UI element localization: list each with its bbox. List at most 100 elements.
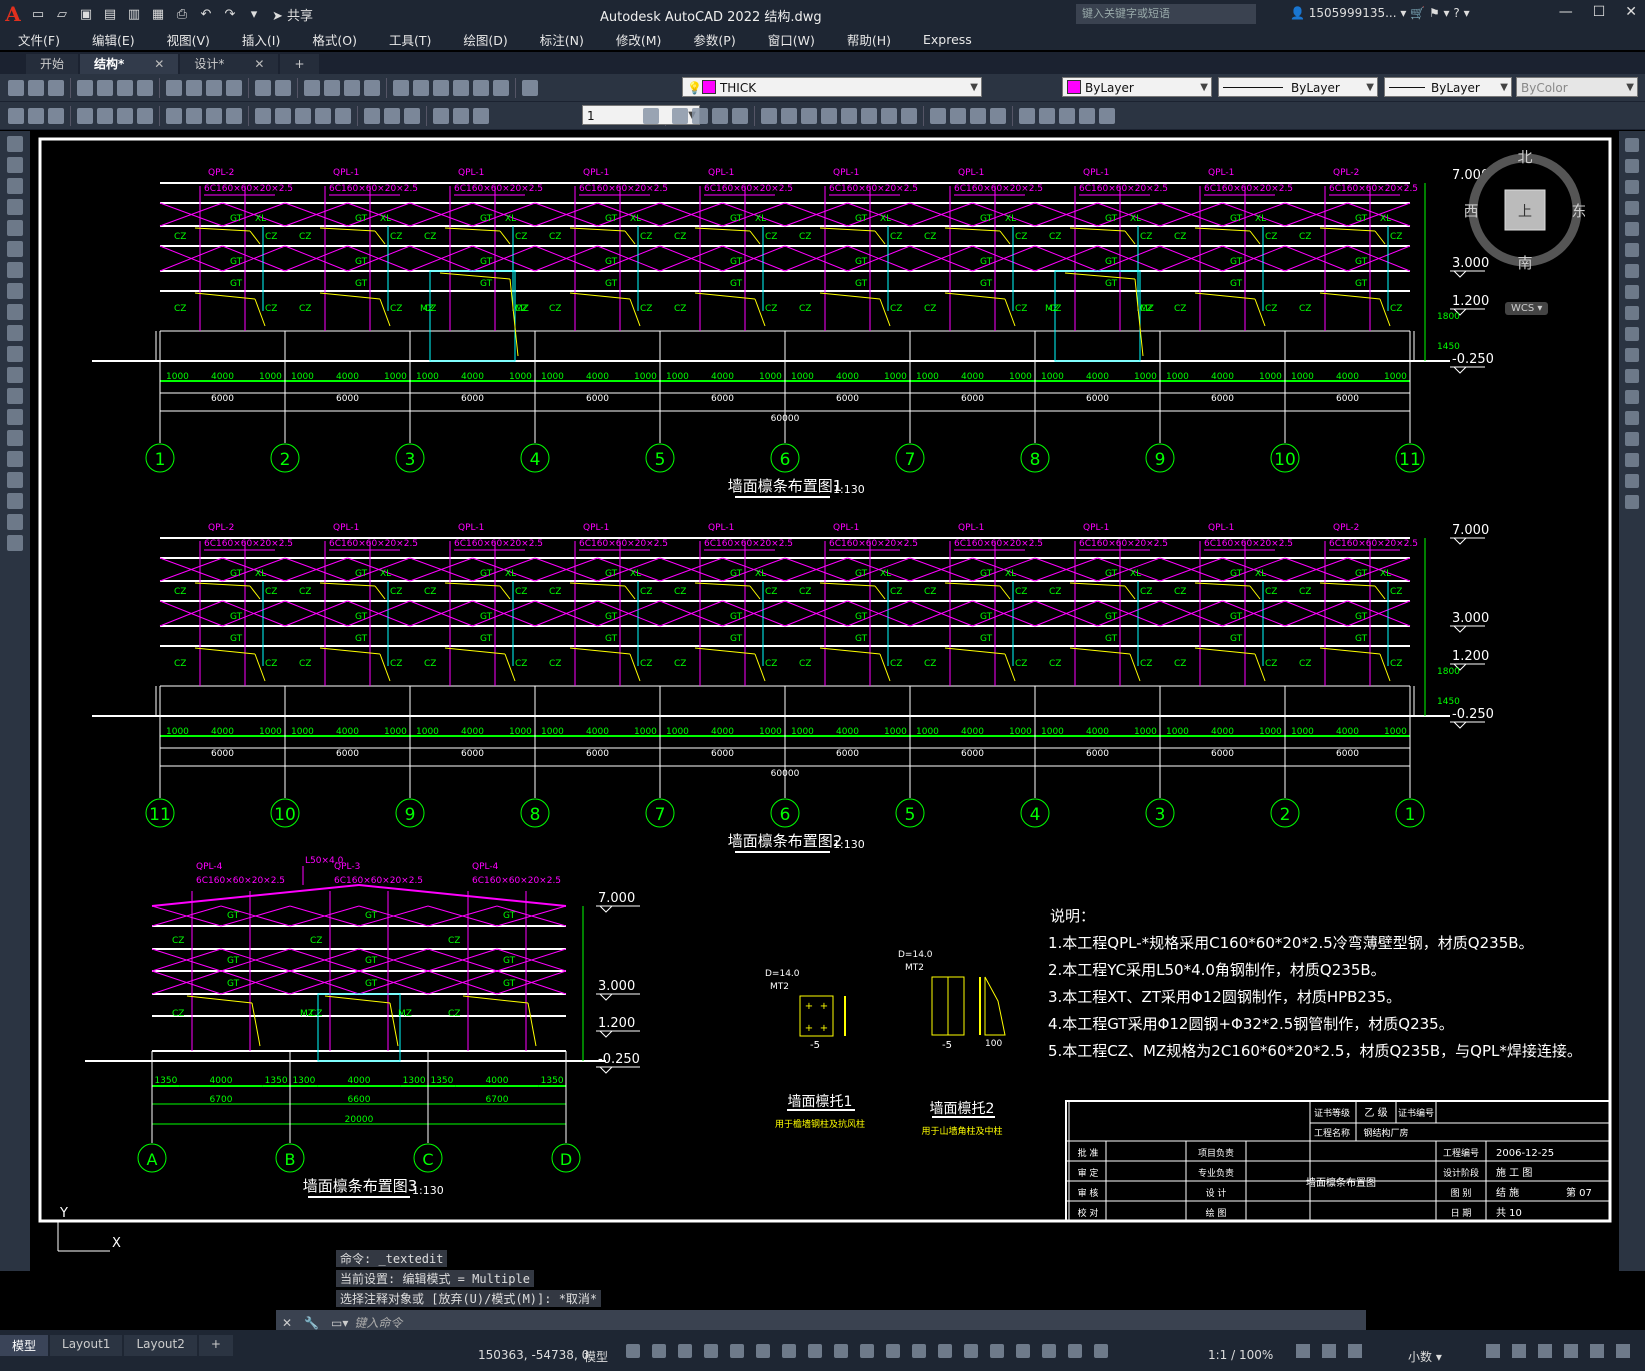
subtract-icon[interactable] xyxy=(881,107,897,124)
ellipse-icon[interactable] xyxy=(7,325,23,341)
menu-dimension[interactable]: 标注(N) xyxy=(540,30,584,49)
plotstyle-dropdown[interactable]: ByColor ▼ xyxy=(1516,77,1638,97)
lock-ui-icon[interactable] xyxy=(1512,1344,1526,1358)
quick-properties-icon[interactable] xyxy=(1486,1344,1500,1358)
color-dropdown[interactable]: ByLayer ▼ xyxy=(1062,77,1212,97)
graphics-performance-icon[interactable] xyxy=(1564,1344,1578,1358)
model-space-toggle[interactable]: 模型 xyxy=(584,1348,608,1365)
clean-screen-icon[interactable] xyxy=(1590,1344,1604,1358)
command-input[interactable]: 键入命令 xyxy=(354,1314,402,1331)
annotation-visibility-icon[interactable] xyxy=(1042,1344,1056,1358)
design-center-icon[interactable] xyxy=(413,79,429,96)
plot-icon[interactable]: ⎙ xyxy=(172,5,192,23)
open-icon[interactable] xyxy=(28,79,44,96)
lineweight-icon[interactable] xyxy=(860,1344,874,1358)
lineweight-dropdown[interactable]: ByLayer ▼ xyxy=(1384,77,1512,97)
search-input[interactable]: 键入关键字或短语 xyxy=(1076,4,1256,24)
stretch-icon[interactable] xyxy=(1625,306,1639,320)
make-block-icon[interactable] xyxy=(7,388,23,404)
paste-icon[interactable] xyxy=(206,79,222,96)
mtext-icon[interactable] xyxy=(7,514,23,530)
redo-icon[interactable]: ↷ xyxy=(220,5,240,23)
undo-icon[interactable] xyxy=(255,79,271,96)
selection-cycling-icon[interactable] xyxy=(912,1344,926,1358)
inspection-icon[interactable] xyxy=(404,107,420,124)
view-top-icon[interactable] xyxy=(1039,107,1055,124)
hatch-icon[interactable] xyxy=(7,430,23,446)
close-tab-icon[interactable]: ✕ xyxy=(254,54,264,74)
workspace-icon[interactable] xyxy=(8,107,24,124)
recent-commands-icon[interactable]: ▭▾ xyxy=(331,1316,348,1330)
snap-icon[interactable] xyxy=(652,1344,666,1358)
coordinates-readout[interactable]: 150363, -54738, 0 xyxy=(478,1348,589,1362)
polar-icon[interactable] xyxy=(756,1344,770,1358)
radius-dim-icon[interactable] xyxy=(166,107,182,124)
zoom-window-icon[interactable] xyxy=(344,79,360,96)
box-icon[interactable] xyxy=(672,107,688,124)
save-web-icon[interactable]: ▦ xyxy=(148,5,168,23)
share-button[interactable]: ➤ 共享 xyxy=(272,5,313,24)
preview-icon[interactable] xyxy=(97,79,113,96)
menu-express[interactable]: Express xyxy=(923,32,972,47)
menu-insert[interactable]: 插入(I) xyxy=(242,30,280,49)
user-account[interactable]: 👤 1505999135... ▾ 🛒 ⚑ ▾ ? ▾ xyxy=(1290,6,1470,20)
linetype-dropdown[interactable]: ByLayer ▼ xyxy=(1218,77,1378,97)
visual-style-icon[interactable] xyxy=(930,107,946,124)
annotation-monitor-icon[interactable] xyxy=(1348,1344,1362,1358)
viewcube[interactable]: 上 北 南 东 西 xyxy=(1465,150,1585,270)
fillet-icon[interactable] xyxy=(1625,453,1639,467)
baseline-dim-icon[interactable] xyxy=(275,107,291,124)
dim-update-icon[interactable] xyxy=(473,107,489,124)
gradient-icon[interactable] xyxy=(7,451,23,467)
aligned-dim-icon[interactable] xyxy=(97,107,113,124)
isolate-objects-icon[interactable] xyxy=(1538,1344,1552,1358)
add-selected-icon[interactable] xyxy=(7,535,23,551)
move-icon[interactable] xyxy=(1625,243,1639,257)
osnap-icon[interactable] xyxy=(834,1344,848,1358)
center-mark-icon[interactable] xyxy=(384,107,400,124)
rotate-icon[interactable] xyxy=(1625,264,1639,278)
view-right-icon[interactable] xyxy=(1099,107,1115,124)
menu-window[interactable]: 窗口(W) xyxy=(768,30,815,49)
point-icon[interactable] xyxy=(7,409,23,425)
extend-icon[interactable] xyxy=(1625,348,1639,362)
lights-icon[interactable] xyxy=(990,107,1006,124)
join-icon[interactable] xyxy=(1625,411,1639,425)
materials-icon[interactable] xyxy=(970,107,986,124)
construction-line-icon[interactable] xyxy=(7,157,23,173)
plot-icon[interactable] xyxy=(77,79,93,96)
menu-edit[interactable]: 编辑(E) xyxy=(92,30,135,49)
union-icon[interactable] xyxy=(861,107,877,124)
selection-filter-icon[interactable] xyxy=(990,1344,1004,1358)
pan-icon[interactable] xyxy=(304,79,320,96)
rectangle-icon[interactable] xyxy=(7,220,23,236)
presspull-icon[interactable] xyxy=(841,107,857,124)
auto-scale-icon[interactable] xyxy=(1068,1344,1082,1358)
minimize-icon[interactable]: — xyxy=(1559,4,1573,20)
ordinate-dim-icon[interactable] xyxy=(137,107,153,124)
tab-structure[interactable]: 结构* ✕ xyxy=(80,54,179,74)
compass-north[interactable]: 北 xyxy=(1517,150,1532,166)
sweep-icon[interactable] xyxy=(801,107,817,124)
menu-tools[interactable]: 工具(T) xyxy=(389,30,431,49)
sphere-icon[interactable] xyxy=(732,107,748,124)
tab-model[interactable]: 模型 xyxy=(0,1335,49,1356)
workspace-switch-icon[interactable] xyxy=(1296,1344,1310,1358)
line-icon[interactable] xyxy=(7,136,23,152)
save-as-icon[interactable]: ▤ xyxy=(100,5,120,23)
compass-west[interactable]: 西 xyxy=(1465,202,1479,220)
menu-parametric[interactable]: 参数(P) xyxy=(693,30,735,49)
ellipse-arc-icon[interactable] xyxy=(7,346,23,362)
render-icon[interactable] xyxy=(950,107,966,124)
cylinder-icon[interactable] xyxy=(692,107,708,124)
cut-icon[interactable] xyxy=(166,79,182,96)
infer-icon[interactable] xyxy=(678,1344,692,1358)
isodraft-icon[interactable] xyxy=(782,1344,796,1358)
break-point-icon[interactable] xyxy=(1625,369,1639,383)
properties-icon[interactable] xyxy=(393,79,409,96)
compass-south[interactable]: 南 xyxy=(1517,254,1532,270)
sheet-set-icon[interactable] xyxy=(453,79,469,96)
blend-icon[interactable] xyxy=(1625,474,1639,488)
menu-modify[interactable]: 修改(M) xyxy=(616,30,662,49)
polygon-icon[interactable] xyxy=(7,199,23,215)
